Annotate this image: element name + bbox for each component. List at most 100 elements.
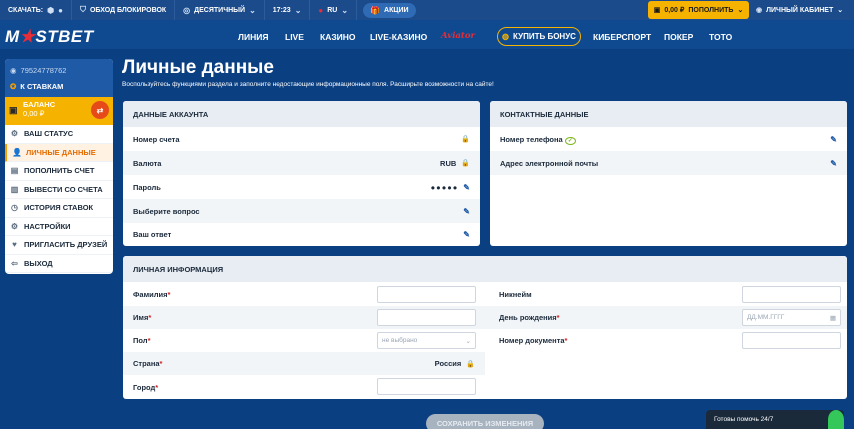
nav-poker[interactable]: ПОКЕР bbox=[664, 32, 693, 42]
document-input[interactable] bbox=[742, 332, 841, 349]
sidebar-item-withdraw[interactable]: ▥ ВЫВЕСТИ СО СЧЕТА bbox=[5, 181, 113, 199]
person-icon: 👤 bbox=[12, 147, 22, 157]
sidebar-balance[interactable]: ▣ БАЛАНС 0,00 ₽ ⇄ bbox=[5, 97, 113, 125]
android-icon[interactable]: ⬢ bbox=[47, 6, 54, 15]
phone-row: Номер телефона ✓ ✎ bbox=[490, 127, 847, 151]
gender-select[interactable]: не выбрано ⌄ bbox=[377, 332, 476, 349]
sidebar-item-label: ВЫХОД bbox=[24, 258, 53, 268]
apple-icon[interactable]: ● bbox=[58, 6, 63, 15]
logo-text-m: M bbox=[5, 27, 20, 46]
to-bets-link[interactable]: ✪ К СТАВКАМ bbox=[10, 78, 108, 95]
nav-casino[interactable]: КАЗИНО bbox=[320, 32, 356, 42]
nav-aviator[interactable]: Aviator bbox=[441, 31, 475, 41]
chat-status-icon[interactable] bbox=[828, 410, 844, 429]
language-select[interactable]: ● RU ⌄ bbox=[310, 0, 358, 20]
nav-esports[interactable]: КИБЕРСПОРТ bbox=[593, 32, 651, 42]
email-label: Адрес электронной почты bbox=[500, 158, 599, 168]
birthday-placeholder: ДД.ММ.ГГГГ bbox=[747, 314, 785, 321]
logo-star-icon: ★ bbox=[19, 27, 36, 46]
required-mark: * bbox=[147, 336, 151, 345]
bonus-icon: ◍ bbox=[502, 32, 510, 41]
edit-phone-icon[interactable]: ✎ bbox=[830, 135, 837, 144]
city-input[interactable] bbox=[377, 378, 476, 395]
user-icon: ◉ bbox=[10, 65, 17, 75]
required-mark: * bbox=[159, 359, 163, 368]
cabinet-label: ЛИЧНЫЙ КАБИНЕТ bbox=[766, 6, 834, 14]
save-changes-button[interactable]: СОХРАНИТЬ ИЗМЕНЕНИЯ bbox=[426, 414, 544, 429]
city-label: Город* bbox=[133, 383, 158, 392]
question-label: Выберите вопрос bbox=[133, 206, 200, 216]
name-input[interactable] bbox=[377, 309, 476, 326]
download-label: СКАЧАТЬ: bbox=[8, 6, 44, 14]
contact-data-card: КОНТАКТНЫЕ ДАННЫЕ Номер телефона ✓ ✎ Адр… bbox=[490, 101, 847, 246]
currency-value: RUB bbox=[440, 158, 457, 168]
contact-card-title: КОНТАКТНЫЕ ДАННЫЕ bbox=[490, 101, 847, 127]
invite-icon: ♥ bbox=[12, 240, 17, 250]
time-select[interactable]: 17:23 ⌄ bbox=[265, 0, 311, 20]
answer-row: Ваш ответ ✎ bbox=[123, 223, 480, 246]
edit-answer-icon[interactable]: ✎ bbox=[463, 230, 470, 239]
odds-format-select[interactable]: ◎ ДЕСЯТИЧНЫЙ ⌄ bbox=[175, 0, 265, 20]
support-chat-widget[interactable]: Готовы помочь 24/7 bbox=[706, 410, 844, 429]
name-label-text: Имя bbox=[133, 313, 149, 322]
sidebar-item-deposit[interactable]: ▤ ПОПОЛНИТЬ СЧЕТ bbox=[5, 162, 113, 181]
nav-live[interactable]: LIVE bbox=[285, 32, 304, 42]
answer-label: Ваш ответ bbox=[133, 230, 172, 239]
mostbet-logo[interactable]: M★STBET bbox=[5, 27, 94, 47]
sidebar-item-settings[interactable]: ⚙ НАСТРОЙКИ bbox=[5, 218, 113, 236]
download-apps[interactable]: СКАЧАТЬ: ⬢ ● bbox=[0, 0, 72, 20]
name-label: Имя* bbox=[133, 313, 151, 322]
sidebar-item-label: ПОПОЛНИТЬ СЧЕТ bbox=[24, 166, 95, 176]
promotions-button[interactable]: 🎁 АКЦИИ bbox=[363, 2, 416, 18]
surname-label-text: Фамилия bbox=[133, 290, 168, 299]
sidebar-item-status[interactable]: ⚙ ВАШ СТАТУС bbox=[5, 125, 113, 144]
sidebar-menu: ⚙ ВАШ СТАТУС 👤 ЛИЧНЫЕ ДАННЫЕ ▤ ПОПОЛНИТЬ СЧЕТ… bbox=[5, 125, 113, 273]
chevron-down-icon: ⌄ bbox=[465, 337, 471, 345]
phone-label: Номер телефона ✓ bbox=[500, 135, 576, 145]
balance-refresh-icon[interactable]: ⇄ bbox=[91, 101, 109, 119]
personal-cabinet-menu[interactable]: ◉ ЛИЧНЫЙ КАБИНЕТ ⌄ bbox=[756, 0, 843, 20]
bypass-blocking-link[interactable]: ⛉ ОБХОД БЛОКИРОВОК bbox=[72, 0, 176, 20]
sidebar-item-logout[interactable]: ⇦ ВЫХОД bbox=[5, 255, 113, 273]
document-label: Номер документа* bbox=[499, 336, 567, 345]
nav-line[interactable]: ЛИНИЯ bbox=[238, 32, 268, 42]
sidebar-item-label: ПРИГЛАСИТЬ ДРУЗЕЙ bbox=[24, 240, 108, 250]
document-label-text: Номер документа bbox=[499, 336, 565, 345]
sidebar-item-history[interactable]: ◷ ИСТОРИЯ СТАВОК bbox=[5, 199, 113, 218]
account-number-label: Номер счета bbox=[133, 134, 180, 144]
edit-password-icon[interactable]: ✎ bbox=[463, 183, 470, 192]
sidebar-item-invite[interactable]: ♥ ПРИГЛАСИТЬ ДРУЗЕЙ bbox=[5, 236, 113, 255]
password-row: Пароль ●●●●● ✎ bbox=[123, 175, 480, 199]
lock-icon: 🔒 bbox=[461, 160, 470, 167]
nav-live-casino[interactable]: LIVE-КАЗИНО bbox=[370, 32, 427, 42]
nav-toto[interactable]: ТОТО bbox=[709, 32, 732, 42]
star-icon: ✪ bbox=[10, 82, 17, 91]
email-row: Адрес электронной почты ✎ bbox=[490, 151, 847, 175]
odds-format-value: ДЕСЯТИЧНЫЙ bbox=[194, 6, 246, 14]
country-label-text: Страна bbox=[133, 359, 160, 368]
settings-icon: ⚙ bbox=[10, 221, 19, 231]
buy-bonus-button[interactable]: ◍ КУПИТЬ БОНУС bbox=[497, 27, 581, 46]
page-subtitle: Воспользуйтесь функциями раздела и запол… bbox=[122, 81, 494, 88]
chevron-down-icon: ⌄ bbox=[837, 7, 844, 14]
lock-icon: 🔒 bbox=[461, 136, 470, 143]
edit-email-icon[interactable]: ✎ bbox=[830, 159, 837, 168]
surname-input[interactable] bbox=[377, 286, 476, 303]
user-icon: ◉ bbox=[756, 7, 763, 14]
surname-label: Фамилия* bbox=[133, 290, 170, 299]
logout-icon: ⇦ bbox=[11, 258, 18, 268]
birthday-input[interactable]: ДД.ММ.ГГГГ ▦ bbox=[742, 309, 841, 326]
withdraw-icon: ▥ bbox=[10, 184, 19, 194]
edit-question-icon[interactable]: ✎ bbox=[463, 207, 470, 216]
account-number-row: Номер счета 🔒 bbox=[123, 127, 480, 151]
flag-icon: ● bbox=[318, 5, 324, 15]
sidebar-item-person[interactable]: 👤 ЛИЧНЫЕ ДАННЫЕ bbox=[5, 143, 113, 162]
password-mask: ●●●●● bbox=[430, 182, 459, 192]
wallet-icon: ▣ bbox=[9, 105, 18, 115]
calendar-icon[interactable]: ▦ bbox=[830, 314, 836, 322]
nickname-input[interactable] bbox=[742, 286, 841, 303]
sidebar-phone-value: 79524778762 bbox=[20, 65, 67, 75]
deposit-button[interactable]: ▣ 0,00 ₽ ПОПОЛНИТЬ ⌄ bbox=[648, 1, 749, 19]
nickname-label: Никнейм bbox=[499, 290, 532, 299]
sidebar-item-label: ИСТОРИЯ СТАВОК bbox=[24, 203, 94, 213]
